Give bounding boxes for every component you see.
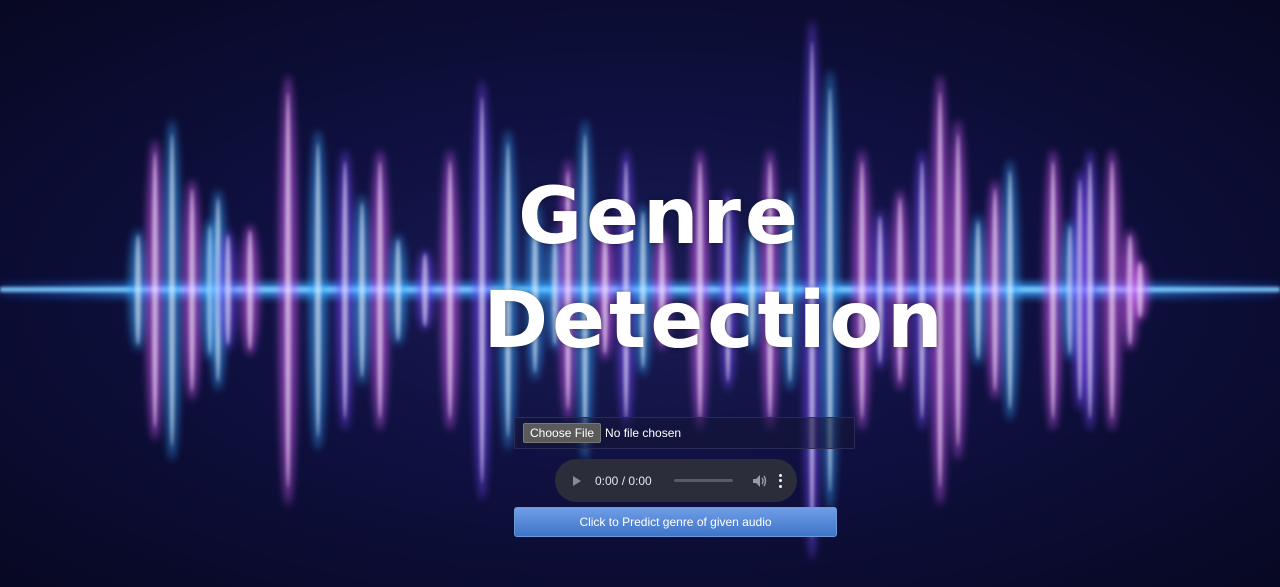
page-background: Genre Detection Choose File No file chos… [0,0,1280,587]
file-status-text: No file chosen [605,426,682,440]
page-title-line-2: Detection [483,276,947,366]
play-icon[interactable] [573,475,581,486]
volume-icon[interactable] [753,474,767,487]
audio-progress-slider[interactable] [673,479,734,482]
audio-player[interactable]: 0:00 / 0:00 [555,459,797,502]
audio-time-display: 0:00 / 0:00 [595,473,652,488]
file-input[interactable]: Choose File No file chosen [514,417,855,449]
choose-file-button[interactable]: Choose File [523,423,602,443]
more-options-icon[interactable] [779,473,783,488]
predict-genre-button[interactable]: Click to Predict genre of given audio [514,507,837,537]
page-title-line-1: Genre [518,172,802,262]
